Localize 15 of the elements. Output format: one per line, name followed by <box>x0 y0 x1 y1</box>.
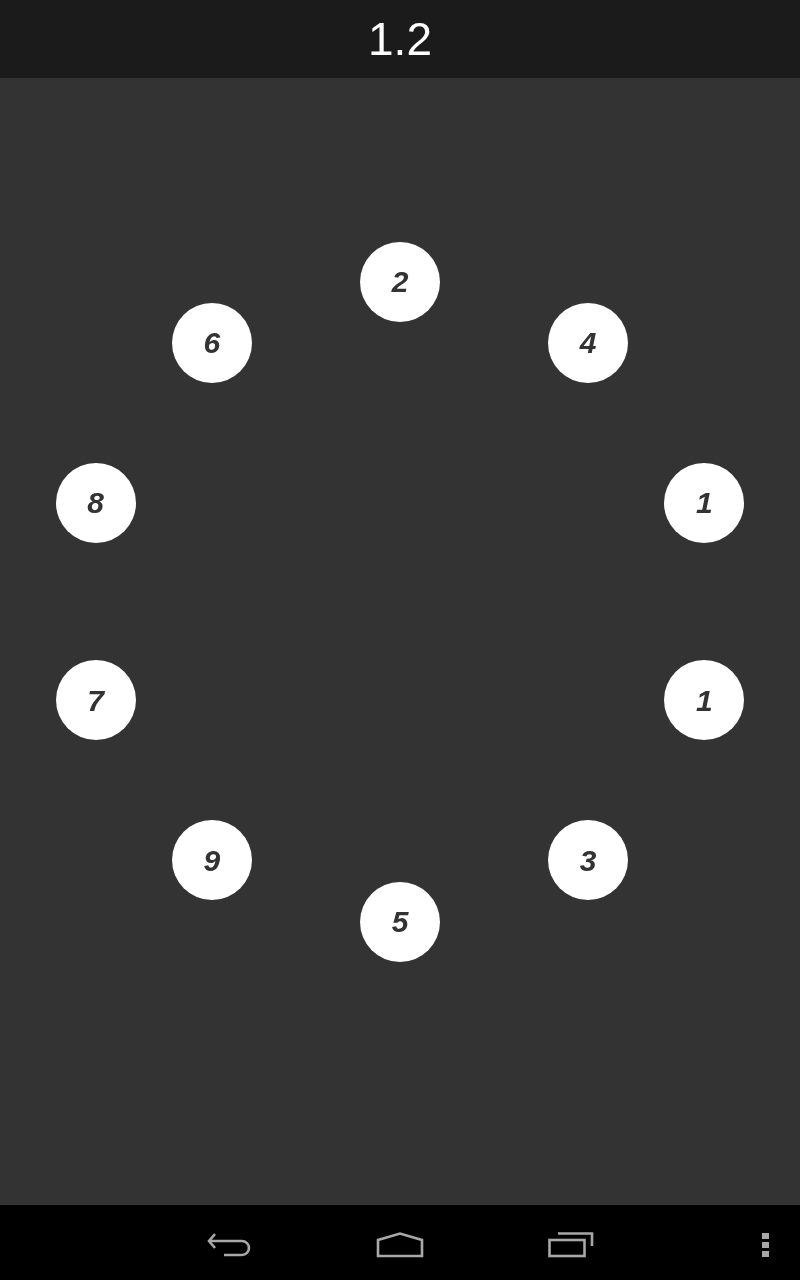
number-button[interactable]: 5 <box>360 881 440 962</box>
number-button[interactable]: 3 <box>548 820 629 901</box>
number-button[interactable]: 1 <box>664 660 745 741</box>
number-button[interactable]: 6 <box>171 302 252 383</box>
title-text: 1.2 <box>368 16 432 62</box>
number-button[interactable]: 4 <box>548 302 629 383</box>
home-icon[interactable] <box>376 1232 424 1258</box>
menu-icon[interactable] <box>761 1233 769 1257</box>
number-button[interactable]: 7 <box>55 660 136 741</box>
number-button[interactable]: 8 <box>55 462 136 543</box>
back-icon[interactable] <box>207 1232 253 1258</box>
number-button[interactable]: 1 <box>664 462 745 543</box>
number-button[interactable]: 9 <box>171 820 252 901</box>
recent-apps-icon[interactable] <box>548 1232 594 1258</box>
number-button[interactable]: 2 <box>360 241 440 322</box>
